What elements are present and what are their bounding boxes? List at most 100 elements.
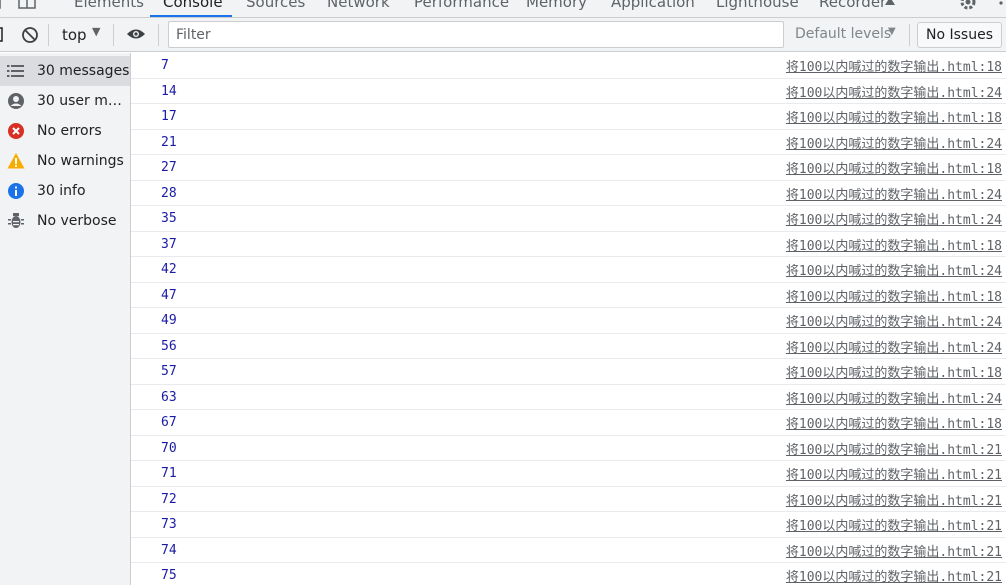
sidebar-toggle-icon[interactable] — [0, 27, 4, 47]
console-message-row: 67 将100以内喊过的数字输出.html:18 — [131, 410, 1006, 436]
log-value: 73 — [161, 517, 177, 532]
source-link[interactable]: 将100以内喊过的数字输出.html:24 — [786, 388, 1002, 407]
source-link[interactable]: 将100以内喊过的数字输出.html:18 — [786, 413, 1002, 432]
clear-console-icon[interactable] — [21, 26, 39, 48]
sidebar-item-label: 30 user mes... — [37, 93, 130, 109]
tab-application[interactable]: Application — [611, 0, 695, 11]
source-link[interactable]: 将100以内喊过的数字输出.html:21 — [786, 439, 1002, 458]
console-message-row: 14 将100以内喊过的数字输出.html:24 — [131, 79, 1006, 104]
log-value: 7 — [161, 58, 169, 73]
tab-network[interactable]: Network — [327, 0, 390, 11]
tab-recorder[interactable]: Recorder — [819, 0, 886, 11]
more-options-icon[interactable] — [998, 0, 1004, 16]
console-message-row: 28 将100以内喊过的数字输出.html:24 — [131, 181, 1006, 206]
log-value: 72 — [161, 491, 177, 507]
source-link[interactable]: 将100以内喊过的数字输出.html:21 — [786, 464, 1002, 483]
info-icon — [7, 182, 25, 200]
console-sidebar: 30 messages 30 user mes... No errors No … — [0, 53, 131, 585]
sidebar-item-user-messages[interactable]: 30 user mes... — [0, 86, 130, 116]
log-value: 14 — [161, 83, 177, 99]
console-message-row: 57 将100以内喊过的数字输出.html:18 — [131, 359, 1006, 385]
console-message-row: 63 将100以内喊过的数字输出.html:24 — [131, 385, 1006, 410]
log-value: 47 — [161, 287, 177, 303]
toolbar-separator — [113, 24, 114, 46]
tab-console[interactable]: Console — [163, 0, 223, 11]
source-link[interactable]: 将100以内喊过的数字输出.html:21 — [786, 541, 1002, 560]
dock-icon[interactable] — [18, 0, 38, 16]
console-message-row: 49 将100以内喊过的数字输出.html:24 — [131, 308, 1006, 334]
log-value: 63 — [161, 389, 177, 405]
tab-lighthouse[interactable]: Lighthouse — [716, 0, 799, 11]
chevron-down-icon[interactable]: ▼ — [92, 25, 100, 38]
issues-button[interactable]: No Issues — [917, 22, 1002, 48]
console-message-row: 21 将100以内喊过的数字输出.html:24 — [131, 130, 1006, 155]
error-icon — [7, 122, 25, 140]
source-link[interactable]: 将100以内喊过的数字输出.html:18 — [786, 56, 1002, 75]
log-value: 70 — [161, 440, 177, 456]
tab-elements[interactable]: Elements — [74, 0, 144, 11]
log-value: 35 — [161, 211, 177, 226]
source-link[interactable]: 将100以内喊过的数字输出.html:21 — [786, 566, 1002, 585]
source-link[interactable]: 将100以内喊过的数字输出.html:18 — [786, 158, 1002, 177]
log-value: 75 — [161, 568, 177, 583]
log-value: 74 — [161, 542, 177, 558]
console-message-row: 47 将100以内喊过的数字输出.html:18 — [131, 283, 1006, 308]
source-link[interactable]: 将100以内喊过的数字输出.html:21 — [786, 515, 1002, 534]
console-message-row: 70 将100以内喊过的数字输出.html:21 — [131, 436, 1006, 461]
source-link[interactable]: 将100以内喊过的数字输出.html:24 — [786, 311, 1002, 330]
console-message-row: 7 将100以内喊过的数字输出.html:18 — [131, 53, 1006, 79]
sidebar-item-label: No errors — [37, 123, 102, 139]
log-value: 28 — [161, 185, 177, 201]
chevron-down-icon[interactable]: ▼ — [888, 26, 896, 37]
console-message-row: 56 将100以内喊过的数字输出.html:24 — [131, 334, 1006, 359]
log-value: 27 — [161, 160, 177, 175]
log-levels-dropdown[interactable]: Default levels — [795, 26, 891, 42]
sidebar-item-warnings[interactable]: No warnings — [0, 146, 130, 176]
toolbar-separator — [909, 24, 910, 46]
console-messages: 7 将100以内喊过的数字输出.html:18 14 将100以内喊过的数字输出.h… — [131, 53, 1006, 585]
log-value: 37 — [161, 236, 177, 252]
console-message-row: 42 将100以内喊过的数字输出.html:24 — [131, 257, 1006, 283]
tab-performance[interactable]: Performance — [414, 0, 509, 11]
source-link[interactable]: 将100以内喊过的数字输出.html:24 — [786, 82, 1002, 101]
console-message-row: 72 将100以内喊过的数字输出.html:21 — [131, 487, 1006, 512]
source-link[interactable]: 将100以内喊过的数字输出.html:24 — [786, 184, 1002, 203]
settings-gear-icon[interactable] — [958, 0, 978, 16]
tab-sources[interactable]: Sources — [246, 0, 305, 11]
console-message-row: 37 将100以内喊过的数字输出.html:18 — [131, 232, 1006, 257]
sidebar-item-label: No verbose — [37, 213, 117, 229]
source-link[interactable]: 将100以内喊过的数字输出.html:21 — [786, 490, 1002, 509]
source-link[interactable]: 将100以内喊过的数字输出.html:18 — [786, 107, 1002, 126]
log-value: 49 — [161, 313, 177, 328]
devtools-tab-bar: Elements Console Sources Network Perform… — [0, 0, 1006, 18]
console-message-row: 17 将100以内喊过的数字输出.html:18 — [131, 104, 1006, 130]
sidebar-item-messages[interactable]: 30 messages — [0, 56, 130, 86]
console-message-row: 35 将100以内喊过的数字输出.html:24 — [131, 206, 1006, 232]
source-link[interactable]: 将100以内喊过的数字输出.html:18 — [786, 286, 1002, 305]
sidebar-item-verbose[interactable]: No verbose — [0, 206, 130, 236]
log-value: 57 — [161, 364, 177, 379]
tab-memory[interactable]: Memory — [526, 0, 587, 11]
source-link[interactable]: 将100以内喊过的数字输出.html:18 — [786, 362, 1002, 381]
recorder-flask-icon — [884, 0, 896, 12]
filter-input-box — [168, 21, 784, 48]
live-expression-eye-icon[interactable] — [126, 27, 146, 45]
source-link[interactable]: 将100以内喊过的数字输出.html:18 — [786, 235, 1002, 254]
warning-icon — [7, 152, 25, 170]
list-icon — [7, 62, 25, 80]
device-toolbar-icon[interactable] — [0, 0, 10, 16]
sidebar-item-label: 30 info — [37, 183, 86, 199]
toolbar-separator — [158, 24, 159, 46]
filter-input[interactable] — [169, 22, 783, 47]
source-link[interactable]: 将100以内喊过的数字输出.html:24 — [786, 337, 1002, 356]
source-link[interactable]: 将100以内喊过的数字输出.html:24 — [786, 209, 1002, 228]
log-value: 21 — [161, 134, 177, 150]
sidebar-item-errors[interactable]: No errors — [0, 116, 130, 146]
sidebar-item-info[interactable]: 30 info — [0, 176, 130, 206]
source-link[interactable]: 将100以内喊过的数字输出.html:24 — [786, 260, 1002, 279]
context-selector[interactable]: top — [62, 26, 87, 44]
toolbar-separator — [48, 24, 49, 46]
console-toolbar: top ▼ Default levels ▼ No Issues — [0, 18, 1006, 52]
source-link[interactable]: 将100以内喊过的数字输出.html:24 — [786, 133, 1002, 152]
sidebar-item-label: No warnings — [37, 153, 124, 169]
